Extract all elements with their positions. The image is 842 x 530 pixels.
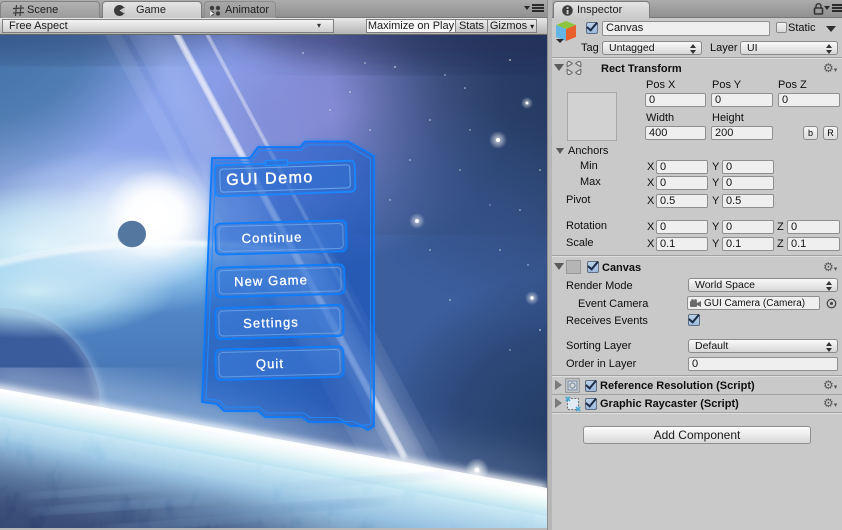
svg-text:Quit: Quit (256, 356, 285, 372)
svg-text:Continue: Continue (241, 229, 302, 246)
svg-text:Settings: Settings (243, 314, 299, 330)
svg-text:GUI Demo: GUI Demo (226, 169, 314, 189)
svg-text:New Game: New Game (234, 272, 308, 289)
